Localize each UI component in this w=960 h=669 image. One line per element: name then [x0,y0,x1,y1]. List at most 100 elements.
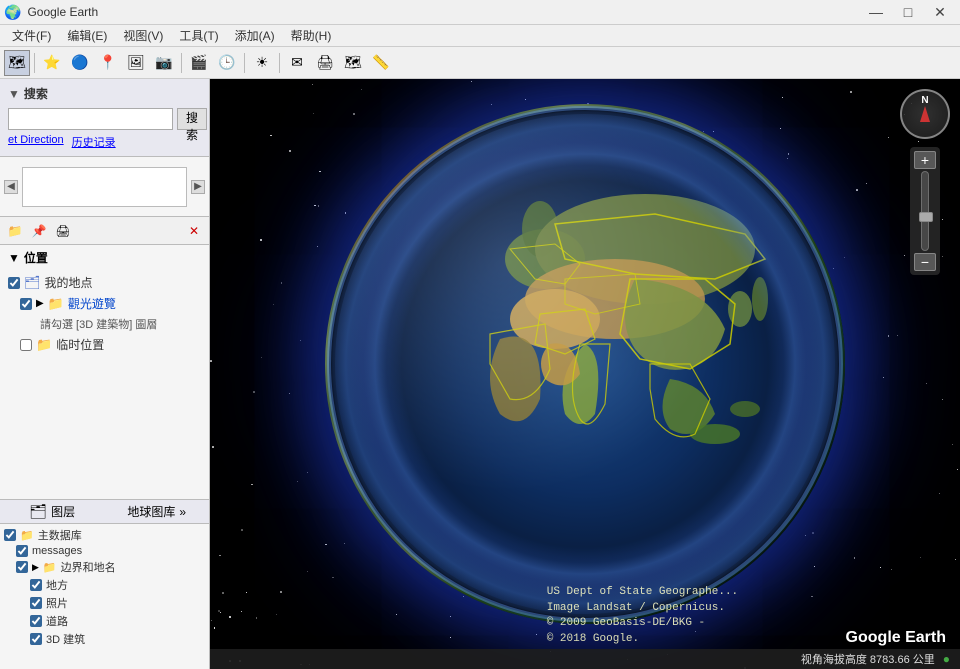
layer-photos: 照片 [2,594,207,612]
mini-toolbar: 📁 📌 🖨 ✕ [0,217,209,245]
toolbar-polygon-btn[interactable]: 🔵 [67,50,93,76]
places-arrow-icon: ▼ [8,251,20,265]
toolbar: 🗺 ⭐ 🔵 📍 🖼 📷 🎬 🕒 ☀ ✉ 🖨 🗺 📏 [0,47,960,79]
toolbar-sep-4 [279,53,280,73]
print-btn[interactable]: 🖨 [52,220,74,242]
zoom-control: + − [910,147,940,275]
scroll-right-btn[interactable]: ▶ [191,180,205,194]
toolbar-measure-btn[interactable]: 📏 [368,50,394,76]
scroll-inner [22,167,187,207]
layers-tree: 📁 主数据库 messages ▶ 📁 边界和地名 [0,524,209,669]
app-icon: 🌍 [4,4,21,21]
places-title: 位置 [24,249,48,266]
primary-db-folder-icon: 📁 [20,529,34,542]
photos-checkbox[interactable] [30,597,42,609]
compass[interactable]: N [900,89,950,139]
temp-folder-icon: 📁 [36,337,52,353]
toolbar-history-btn[interactable]: 🕒 [214,50,240,76]
globe-container[interactable] [210,79,960,649]
layers-tab-label: 图层 [51,503,75,520]
globe[interactable] [325,104,845,624]
toolbar-record-btn[interactable]: 📷 [151,50,177,76]
logo-text: Google Earth [846,629,946,646]
primary-db-checkbox[interactable] [4,529,16,541]
my-places-folder-icon: 🗂 [24,275,41,291]
roads-checkbox[interactable] [30,615,42,627]
toolbar-print-btn[interactable]: 🖨 [312,50,338,76]
menu-help[interactable]: 帮助(H) [283,25,340,46]
toolbar-map-btn[interactable]: 🗺 [4,50,30,76]
menu-file[interactable]: 文件(F) [4,25,59,46]
new-folder-btn[interactable]: 📁 [4,220,26,242]
close-button[interactable]: ✕ [924,0,956,25]
tab-layers[interactable]: 🗂 图层 [0,500,105,523]
places-layer-checkbox[interactable] [30,579,42,591]
tourism-label[interactable]: 觀光遊覽 [68,295,116,312]
compass-ring[interactable]: N [900,89,950,139]
search-button[interactable]: 搜索 [177,108,207,130]
menu-edit[interactable]: 编辑(E) [59,25,115,46]
zoom-thumb [919,212,933,222]
new-placemark-btn[interactable]: 📌 [28,220,50,242]
places-my-places: 🗂 我的地点 [4,272,205,293]
zoom-slider[interactable] [921,171,929,251]
search-links: et Direction 历史记录 [4,132,205,152]
toolbar-tour-btn[interactable]: 🎬 [186,50,212,76]
borders-folder-icon: 📁 [43,561,57,574]
places-temp: 📁 临时位置 [4,334,205,355]
temp-checkbox[interactable] [20,339,32,351]
search-panel: ▼ 搜索 搜索 et Direction 历史记录 [0,79,209,157]
borders-expand-icon: ▶ [32,562,39,573]
menu-view[interactable]: 视图(V) [115,25,171,46]
maximize-button[interactable]: □ [892,0,924,25]
toolbar-path-btn[interactable]: 📍 [95,50,121,76]
scroll-area: ◀ ▶ [0,157,209,217]
search-input[interactable] [8,108,173,130]
layer-primary-db: 📁 主数据库 [2,526,207,544]
temp-label: 临时位置 [56,336,104,353]
zoom-in-btn[interactable]: + [914,151,936,169]
attribution-line2: Image Landsat / Copernicus. [547,601,738,616]
sidebar: ▼ 搜索 搜索 et Direction 历史记录 ◀ ▶ 📁 📌 🖨 ✕ [0,79,210,669]
toolbar-overlay-btn[interactable]: 🖼 [123,50,149,76]
3d-buildings-checkbox[interactable] [30,633,42,645]
my-places-checkbox[interactable] [8,277,20,289]
places-panel: ▼ 位置 🗂 我的地点 ▶ 📁 觀光遊覽 請 [0,245,209,499]
minimize-button[interactable]: — [860,0,892,25]
attribution-line3: © 2009 GeoBasis-DE/BKG - [547,616,738,631]
toolbar-google-maps-btn[interactable]: 🗺 [340,50,366,76]
gallery-tab-label: 地球图库 [127,503,175,520]
toolbar-placemark-btn[interactable]: ⭐ [39,50,65,76]
primary-db-label: 主数据库 [38,527,82,543]
app-title: Google Earth [27,5,98,19]
tourism-checkbox[interactable] [20,298,32,310]
search-row: 搜索 [4,104,205,132]
history-link[interactable]: 历史记录 [72,134,116,150]
get-direction-link[interactable]: et Direction [8,134,64,150]
compass-needle [920,106,930,122]
compass-north-label: N [921,95,928,106]
nav-controls: N + − [900,89,950,275]
layer-borders: ▶ 📁 边界和地名 [2,558,207,576]
photos-label: 照片 [46,595,68,611]
menu-tools[interactable]: 工具(T) [171,25,226,46]
my-places-label: 我的地点 [45,274,93,291]
panel-close-btn[interactable]: ✕ [183,220,205,242]
toolbar-sun-btn[interactable]: ☀ [249,50,275,76]
layers-bottom: 🗂 图层 地球图库 » 📁 主数据库 messages [0,499,209,669]
scroll-left-btn[interactable]: ◀ [4,180,18,194]
search-header: ▼ 搜索 [4,83,205,104]
titlebar-left: 🌍 Google Earth [4,4,98,21]
borders-checkbox[interactable] [16,561,28,573]
layer-3d-buildings: 3D 建筑 [2,630,207,648]
layers-tabs: 🗂 图层 地球图库 » [0,500,209,524]
toolbar-email-btn[interactable]: ✉ [284,50,310,76]
menu-add[interactable]: 添加(A) [227,25,283,46]
toolbar-sep-3 [244,53,245,73]
map-area[interactable]: N + − US Dept of State Geographe... Imag… [210,79,960,669]
toolbar-sep-1 [34,53,35,73]
tab-gallery[interactable]: 地球图库 » [105,500,210,523]
main-layout: ▼ 搜索 搜索 et Direction 历史记录 ◀ ▶ 📁 📌 🖨 ✕ [0,79,960,669]
zoom-out-btn[interactable]: − [914,253,936,271]
messages-checkbox[interactable] [16,545,28,557]
